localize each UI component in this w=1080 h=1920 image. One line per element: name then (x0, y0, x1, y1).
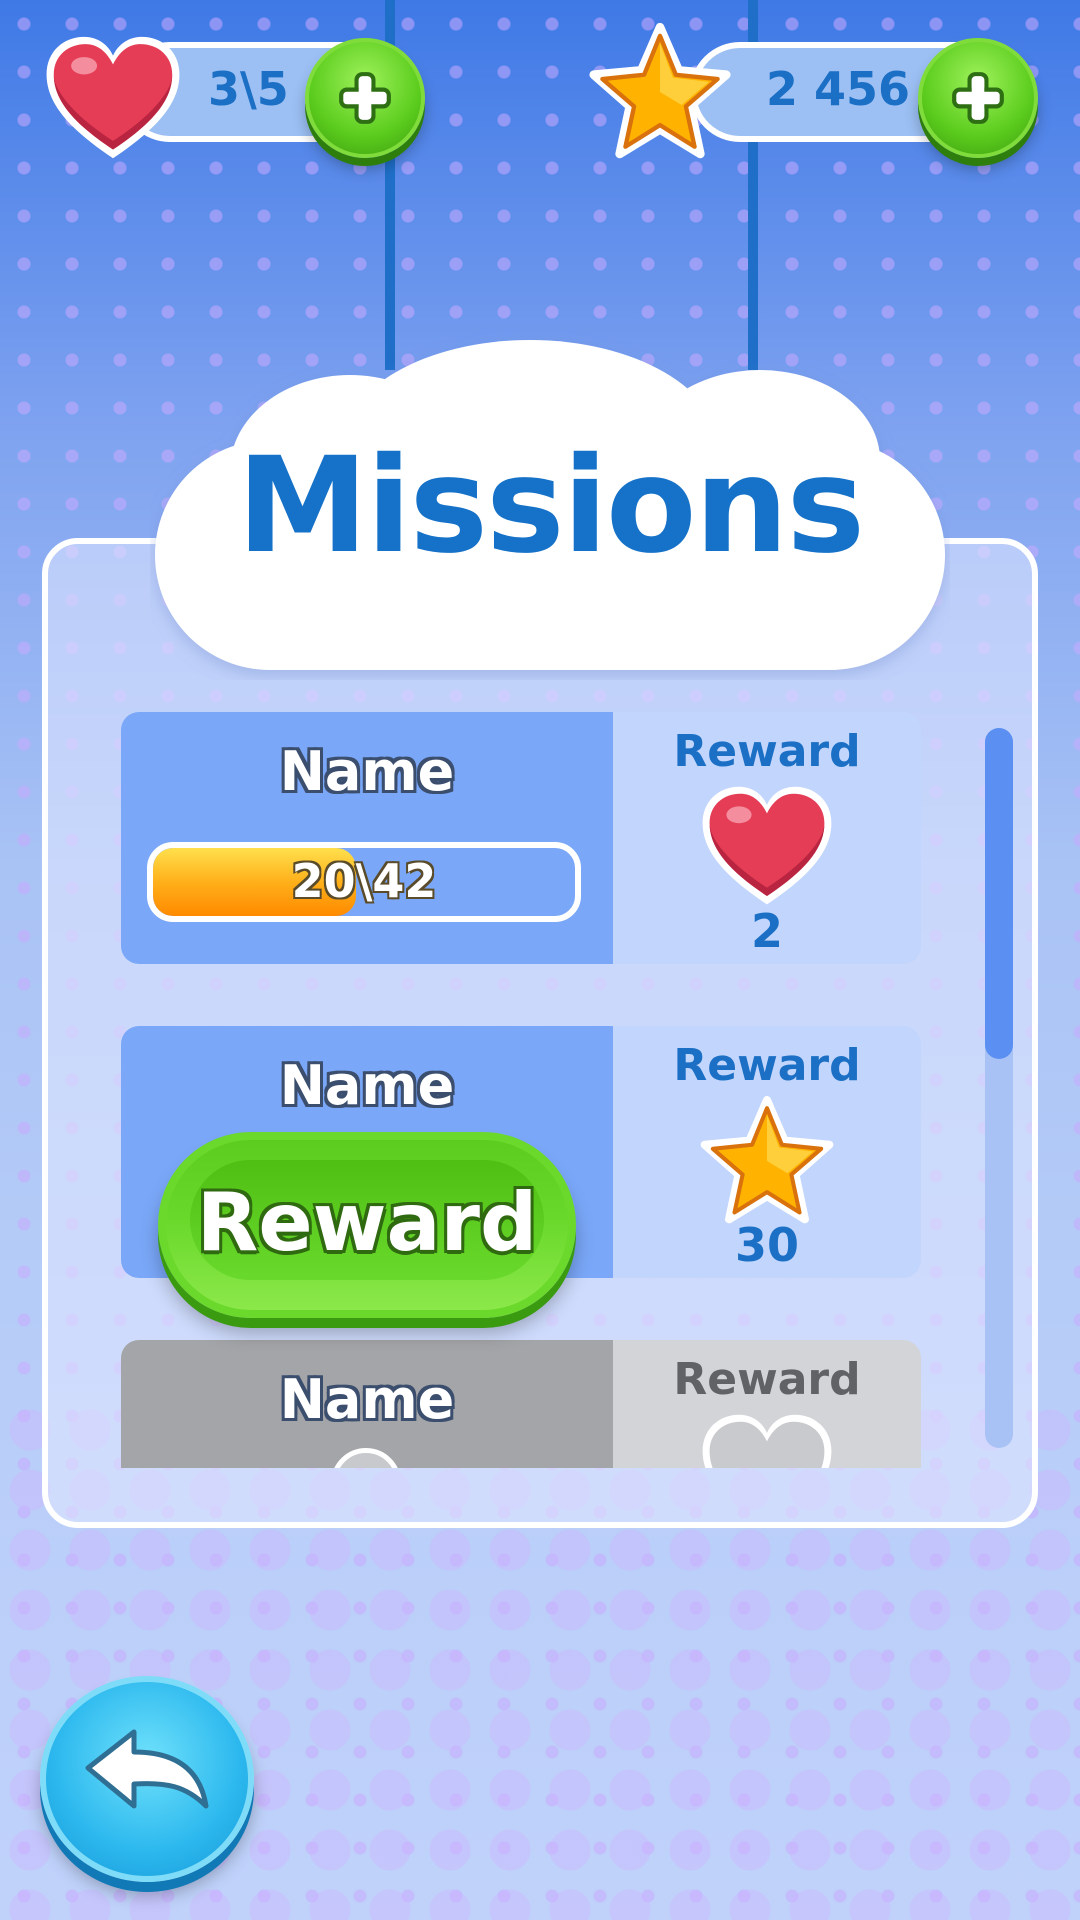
stars-value: 2 456 (766, 62, 911, 116)
reward-label: Reward (673, 1354, 861, 1405)
locked-indicator (331, 1448, 401, 1468)
missions-list: Name 20\42 Reward 2 Name Reward 30 Name … (121, 712, 921, 1468)
mission-info: Name (121, 1340, 613, 1468)
progress-text: 20\42 (291, 854, 437, 908)
claim-reward-button[interactable]: Reward (158, 1132, 576, 1318)
page-title: Missions (236, 429, 865, 583)
star-icon (700, 1096, 834, 1224)
mission-reward: Reward (613, 1340, 921, 1468)
scrollbar-thumb[interactable] (985, 728, 1013, 1060)
reward-label: Reward (673, 726, 861, 777)
lives-value: 3\5 (208, 62, 289, 116)
mission-card: Name 20\42 Reward 2 (121, 712, 921, 964)
reward-label: Reward (673, 1040, 861, 1091)
add-stars-button[interactable] (918, 38, 1038, 158)
add-lives-button[interactable] (305, 38, 425, 158)
mission-name: Name (279, 1054, 455, 1117)
star-icon (589, 22, 731, 159)
mission-name: Name (279, 1368, 455, 1431)
reward-amount: 30 (734, 1218, 799, 1272)
scrollbar[interactable] (985, 728, 1013, 1448)
mission-name: Name (279, 740, 455, 803)
back-button[interactable] (40, 1676, 254, 1882)
mission-progress-bar: 20\42 (147, 842, 581, 922)
back-arrow-icon (85, 1729, 209, 1809)
reward-amount: 2 (750, 904, 783, 958)
plus-icon (952, 72, 1004, 124)
mission-info: Name 20\42 (121, 712, 613, 964)
heart-icon (46, 36, 180, 159)
heart-icon (702, 786, 832, 905)
mission-reward: Reward 2 (613, 712, 921, 964)
claim-reward-label: Reward (196, 1176, 538, 1269)
plus-icon (339, 72, 391, 124)
heart-icon (702, 1414, 832, 1468)
mission-card-locked: Name Reward (121, 1340, 921, 1468)
mission-reward: Reward 30 (613, 1026, 921, 1278)
